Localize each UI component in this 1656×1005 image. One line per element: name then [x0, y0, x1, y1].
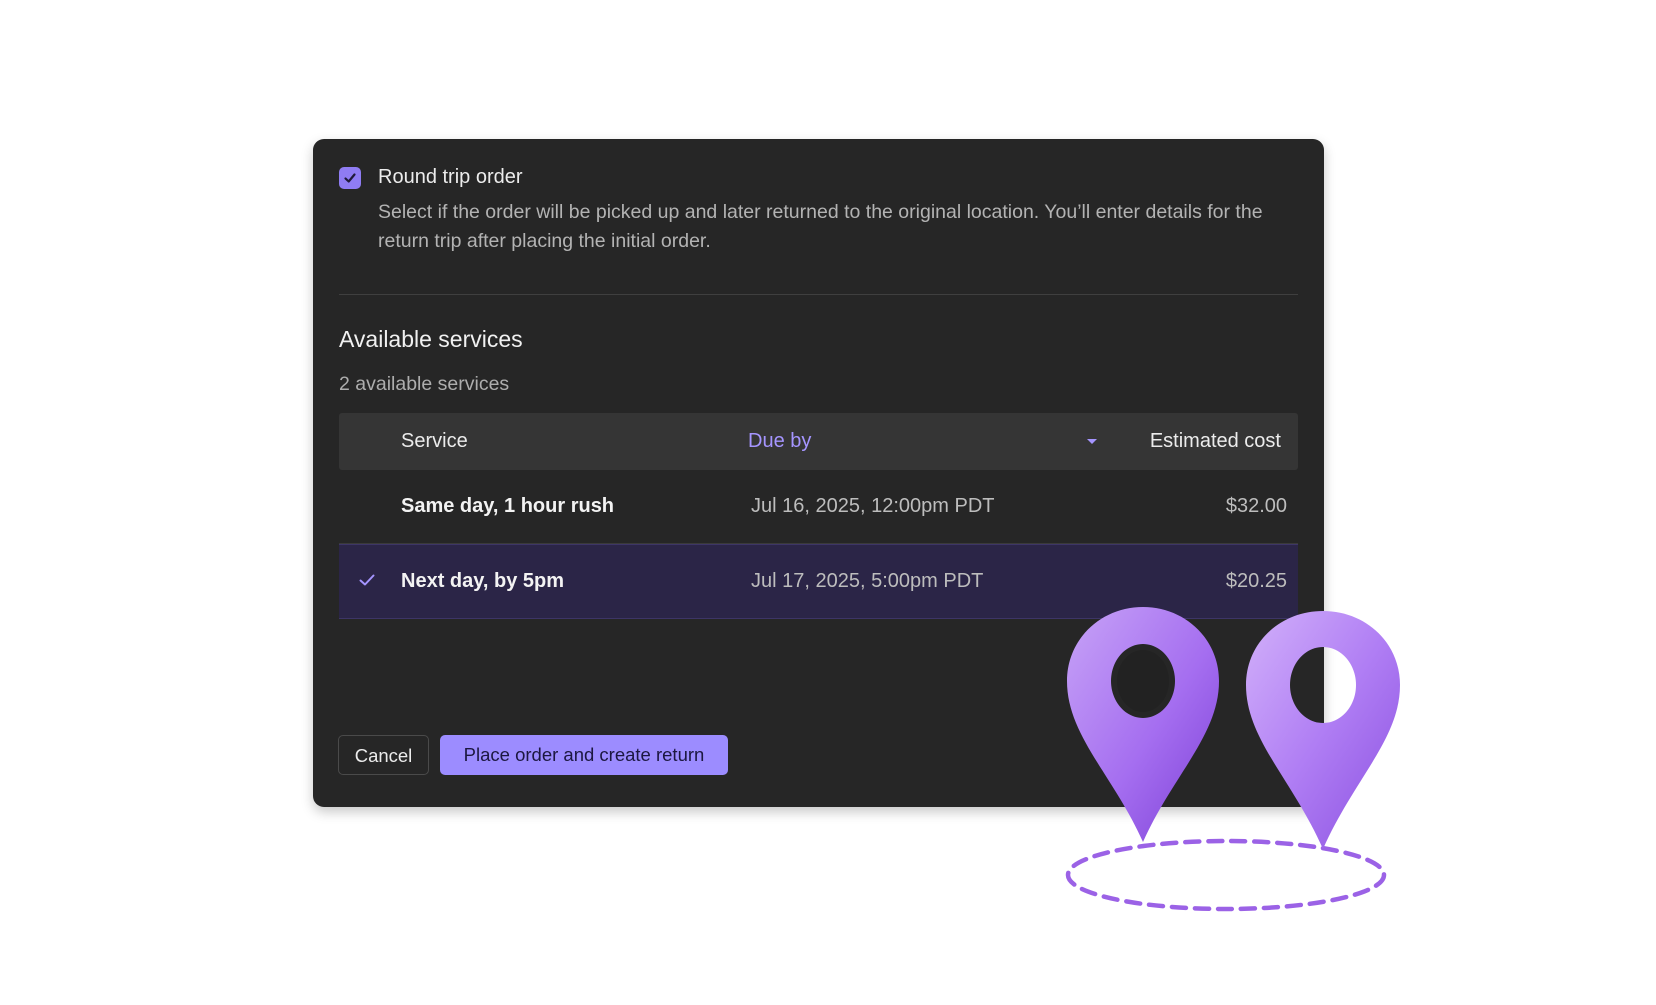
services-table: Service Due by Estimated cost Same day, … — [339, 413, 1298, 619]
check-icon — [344, 173, 356, 183]
services-count: 2 available services — [339, 373, 510, 395]
caret-down-icon[interactable] — [1087, 439, 1097, 444]
service-name: Same day, 1 hour rush — [401, 495, 615, 517]
section-divider — [339, 294, 1298, 295]
dashed-ring — [1065, 838, 1387, 912]
round-trip-description: Select if the order will be picked up an… — [378, 201, 1263, 252]
place-order-button[interactable]: Place order and create return — [440, 735, 728, 775]
column-header-due-by[interactable]: Due by — [748, 413, 811, 470]
table-row[interactable]: Same day, 1 hour rush Jul 16, 2025, 12:0… — [339, 470, 1298, 544]
table-header: Service Due by Estimated cost — [339, 413, 1298, 470]
column-header-estimated-cost[interactable]: Estimated cost — [1150, 413, 1281, 470]
services-title: Available services — [339, 326, 523, 352]
service-due-by: Jul 16, 2025, 12:00pm PDT — [751, 495, 995, 517]
location-pins-illustration — [1065, 607, 1400, 912]
round-trip-checkbox[interactable] — [339, 167, 361, 189]
location-pin-icon — [1067, 607, 1219, 842]
service-name: Next day, by 5pm — [401, 570, 565, 592]
service-cost: $32.00 — [1225, 495, 1287, 517]
service-due-by: Jul 17, 2025, 5:00pm PDT — [751, 570, 984, 592]
location-pin-icon — [1246, 611, 1400, 849]
cancel-button[interactable]: Cancel — [338, 735, 429, 775]
round-trip-label[interactable]: Round trip order — [378, 166, 523, 189]
check-icon — [358, 571, 376, 589]
column-header-service[interactable]: Service — [401, 413, 468, 470]
